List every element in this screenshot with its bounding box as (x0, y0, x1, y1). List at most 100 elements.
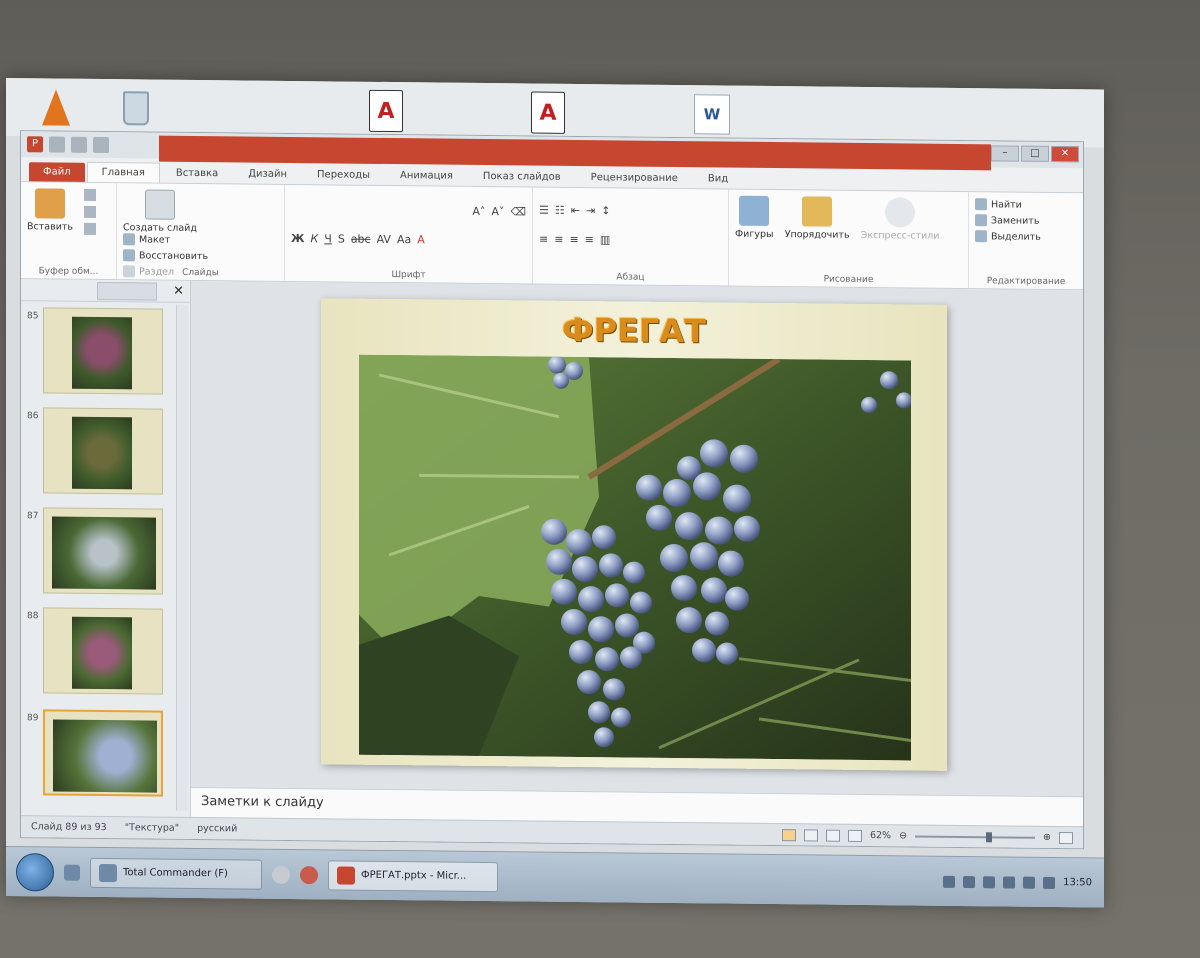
columns-icon[interactable]: ▥ (600, 233, 610, 246)
language-indicator[interactable]: русский (197, 823, 237, 834)
thumbnail-number: 87 (27, 511, 39, 522)
thumbnail-87[interactable]: 87 (27, 507, 177, 599)
format-painter-icon[interactable] (84, 222, 97, 235)
reset-button[interactable]: Восстановить (123, 249, 208, 262)
tray-icon-1[interactable] (943, 875, 956, 888)
clock[interactable]: 13:50 (1063, 877, 1092, 888)
zoom-level[interactable]: 62% (870, 830, 891, 841)
vlc-cone-icon[interactable] (36, 84, 76, 130)
taskbar-item-total-commander[interactable]: Total Commander (F) (90, 857, 262, 890)
undo-icon[interactable] (71, 136, 87, 153)
copy-icon[interactable] (84, 205, 97, 218)
tab-home[interactable]: Главная (86, 161, 160, 183)
tab-design[interactable]: Дизайн (234, 164, 301, 184)
pdf-file-icon-2[interactable]: A (528, 89, 568, 135)
zoom-slider-thumb[interactable] (985, 831, 992, 842)
underline-icon[interactable]: Ч (324, 232, 332, 245)
recycle-bin-icon[interactable] (116, 85, 156, 131)
slides-tab[interactable] (97, 281, 157, 301)
tab-file[interactable]: Файл (29, 162, 85, 182)
bold-icon[interactable]: Ж (291, 232, 304, 245)
slide-sorter-view-icon[interactable] (803, 828, 818, 842)
line-spacing-icon[interactable]: ↕ (601, 204, 610, 217)
volume-icon[interactable] (1023, 876, 1036, 889)
grow-font-icon[interactable]: A˄ (472, 205, 485, 218)
taskbar-item-powerpoint[interactable]: ФРЕГАТ.pptx - Micr... (328, 859, 498, 892)
spacing-icon[interactable]: AV (377, 233, 391, 246)
ribbon: Вставить Буфер обм... Создать слайд Маке… (21, 181, 1083, 291)
pdf-file-icon[interactable]: A (366, 88, 406, 134)
decrease-indent-icon[interactable]: ⇤ (571, 204, 580, 217)
align-left-icon[interactable]: ≡ (539, 233, 548, 246)
tab-animations[interactable]: Анимация (386, 166, 467, 186)
italic-icon[interactable]: К (310, 232, 318, 245)
save-icon[interactable] (49, 136, 65, 153)
maximize-button[interactable]: □ (1021, 145, 1049, 162)
cut-icon[interactable] (84, 188, 97, 201)
align-right-icon[interactable]: ≡ (569, 233, 578, 246)
replace-button[interactable]: Заменить (975, 214, 1077, 227)
slide-counter: Слайд 89 из 93 (31, 821, 107, 834)
thumbnail-88[interactable]: 88 (27, 607, 177, 699)
close-pane-icon[interactable]: ✕ (173, 284, 184, 299)
shadow-icon[interactable]: S (338, 232, 345, 245)
start-button[interactable] (16, 852, 54, 892)
numbering-icon[interactable]: ☷ (555, 204, 565, 217)
font-format-row: Ж К Ч S abc AV Aa A (291, 232, 526, 247)
quick-launch-icon[interactable] (64, 864, 80, 881)
thumbnail-image (72, 316, 132, 390)
shapes-button[interactable]: Фигуры (735, 195, 774, 240)
thumbnail-86[interactable]: 86 (27, 407, 177, 499)
fit-slide-icon[interactable] (1059, 831, 1073, 844)
group-slides: Создать слайд Макет Восстановить Раздел … (117, 183, 285, 281)
thumbnail-number: 88 (27, 611, 39, 622)
window-controls: – □ ✕ (991, 145, 1079, 163)
zoom-out-icon[interactable]: ⊖ (899, 830, 907, 841)
paste-button[interactable]: Вставить (27, 188, 73, 233)
layout-icon (123, 233, 135, 246)
thumbnail-89[interactable]: 89 (27, 709, 177, 801)
bluetooth-icon[interactable] (1043, 876, 1056, 889)
close-button[interactable]: ✕ (1051, 145, 1079, 163)
zoom-slider[interactable] (915, 831, 1036, 842)
minimize-button[interactable]: – (991, 145, 1019, 162)
redo-icon[interactable] (93, 136, 109, 154)
tab-slideshow[interactable]: Показ слайдов (469, 167, 575, 187)
bullets-icon[interactable]: ☰ (539, 204, 549, 217)
select-button[interactable]: Выделить (975, 230, 1077, 243)
layout-button[interactable]: Макет (123, 233, 208, 246)
strikethrough-icon[interactable]: abc (351, 233, 371, 246)
font-color-icon[interactable]: A (417, 233, 425, 246)
media-icon[interactable] (272, 865, 290, 884)
align-center-icon[interactable]: ≡ (554, 233, 563, 246)
tray-icon-2[interactable] (963, 875, 976, 888)
normal-view-icon[interactable] (781, 828, 796, 841)
quick-styles-button[interactable]: Экспресс-стили (861, 197, 939, 242)
clear-format-icon[interactable]: ⌫ (510, 205, 526, 218)
tab-insert[interactable]: Вставка (162, 164, 232, 184)
reading-view-icon[interactable] (825, 829, 840, 842)
shrink-font-icon[interactable]: A˅ (491, 205, 504, 218)
tray-icon-3[interactable] (983, 875, 996, 888)
slide-title[interactable]: ФРЕГАТ (321, 308, 947, 353)
current-slide[interactable]: ФРЕГАТ (321, 298, 947, 771)
shapes-icon (739, 195, 770, 226)
case-icon[interactable]: Aa (397, 233, 411, 246)
network-icon[interactable] (1003, 875, 1016, 889)
new-slide-button[interactable]: Создать слайд (123, 189, 197, 234)
tab-transitions[interactable]: Переходы (303, 165, 384, 185)
tab-review[interactable]: Рецензирование (577, 168, 692, 188)
find-button[interactable]: Найти (975, 198, 1077, 211)
grape-photo[interactable] (359, 354, 911, 761)
increase-indent-icon[interactable]: ⇥ (586, 204, 595, 217)
word-document-icon[interactable]: W (692, 91, 732, 137)
slideshow-view-icon[interactable] (847, 829, 862, 842)
justify-icon[interactable]: ≡ (585, 233, 594, 246)
browser-icon[interactable] (300, 865, 318, 884)
zoom-in-icon[interactable]: ⊕ (1043, 832, 1051, 843)
powerpoint-app-icon[interactable]: P (27, 136, 43, 153)
thumbnails-scrollbar[interactable] (176, 304, 188, 811)
arrange-button[interactable]: Упорядочить (785, 196, 850, 241)
thumbnail-85[interactable]: 85 (27, 307, 177, 399)
tab-view[interactable]: Вид (694, 169, 742, 189)
